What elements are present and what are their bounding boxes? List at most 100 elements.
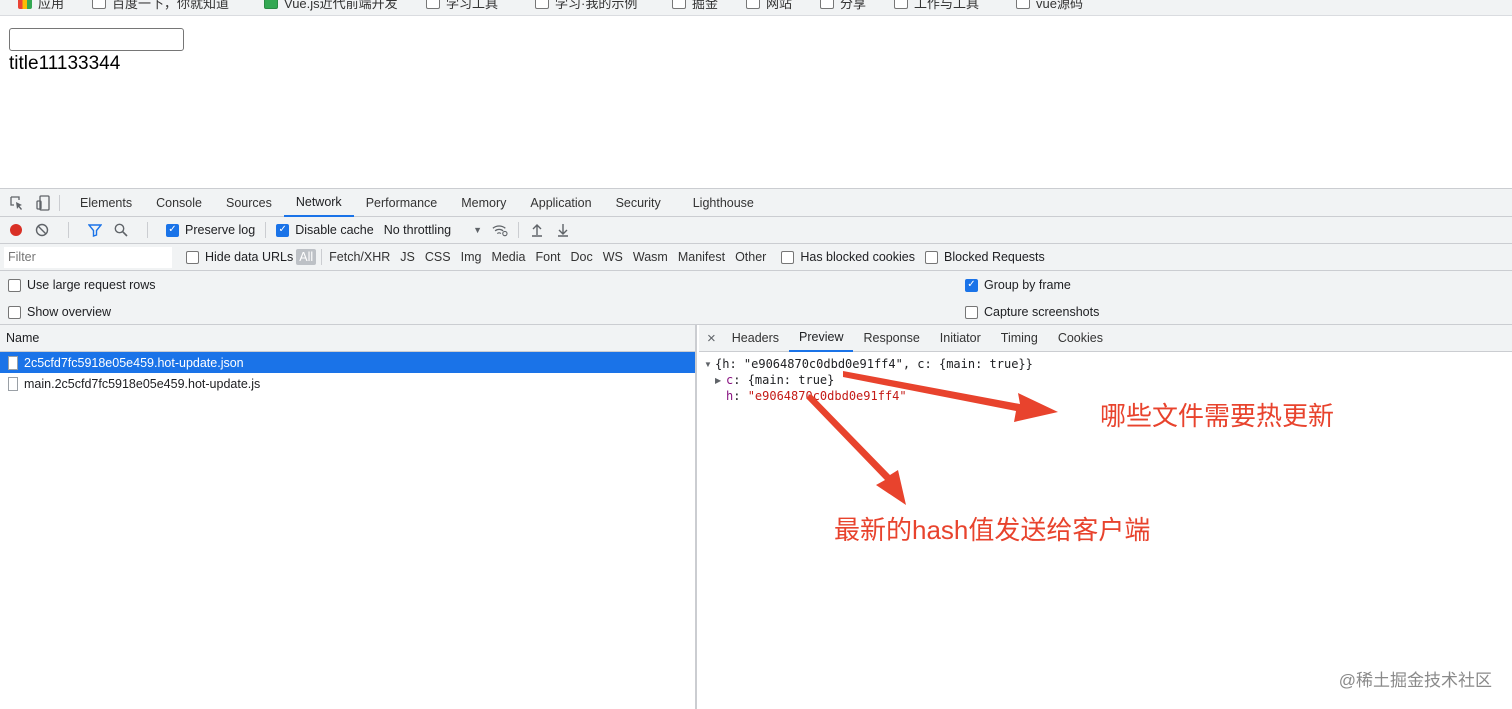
network-filter-bar: Hide data URLs All Fetch/XHR JS CSS Img …: [0, 244, 1512, 271]
baidu-icon: [92, 0, 106, 9]
preview-h-node: h: "e9064870c0dbd0e91ff4": [726, 389, 907, 403]
bookmark-folder-7[interactable]: vue源码: [1016, 0, 1083, 12]
filter-type-fetch-xhr[interactable]: Fetch/XHR: [324, 250, 395, 264]
folder-icon: [426, 0, 440, 9]
record-icon[interactable]: [8, 222, 24, 238]
preview-c-node[interactable]: ▶ c: {main: true}: [715, 373, 834, 387]
tab-response[interactable]: Response: [853, 325, 929, 352]
capture-screenshots-checkbox[interactable]: Capture screenshots: [965, 305, 1099, 319]
use-large-rows-checkbox[interactable]: Use large request rows: [8, 278, 156, 292]
checkbox-unchecked[interactable]: [8, 305, 21, 319]
devtools-tabbar: Elements Console Sources Network Perform…: [0, 189, 1512, 217]
network-conditions-icon[interactable]: [492, 222, 508, 238]
filter-type-doc[interactable]: Doc: [566, 250, 598, 264]
group-by-frame-checkbox[interactable]: ✓ Group by frame: [965, 278, 1071, 292]
blocked-requests-checkbox[interactable]: Blocked Requests: [925, 250, 1045, 264]
hide-data-urls-checkbox[interactable]: Hide data URLs: [186, 250, 293, 264]
folder-icon: [672, 0, 686, 9]
checkbox-checked[interactable]: ✓: [166, 223, 179, 237]
tab-network[interactable]: Network: [283, 189, 354, 217]
separator: [321, 249, 323, 265]
filter-type-font[interactable]: Font: [530, 250, 565, 264]
separator: [518, 222, 520, 238]
device-toolbar-icon[interactable]: [35, 194, 51, 211]
search-icon[interactable]: [113, 222, 129, 238]
tab-timing[interactable]: Timing: [991, 325, 1048, 352]
filter-type-other[interactable]: Other: [730, 250, 771, 264]
filter-type-manifest[interactable]: Manifest: [673, 250, 730, 264]
file-icon: [8, 376, 18, 391]
import-har-icon[interactable]: [529, 222, 545, 238]
filter-type-img[interactable]: Img: [456, 250, 487, 264]
tab-security[interactable]: Security: [604, 189, 673, 217]
clear-icon[interactable]: [34, 222, 50, 238]
request-row[interactable]: main.2c5cfd7fc5918e05e459.hot-update.js: [0, 373, 695, 394]
separator: [147, 222, 148, 238]
devtools-panel: Elements Console Sources Network Perform…: [0, 188, 1512, 709]
separator: [265, 222, 267, 238]
folder-icon: [820, 0, 834, 9]
separator: [59, 194, 60, 211]
tab-sources[interactable]: Sources: [214, 189, 284, 217]
list-header-name[interactable]: Name: [0, 325, 695, 352]
has-blocked-cookies-checkbox[interactable]: Has blocked cookies: [781, 250, 915, 264]
checkbox-unchecked[interactable]: [781, 250, 795, 264]
vue-icon: [264, 0, 278, 9]
bookmark-folder-1[interactable]: 学习工具: [426, 0, 498, 12]
tab-performance[interactable]: Performance: [354, 189, 450, 217]
checkbox-unchecked[interactable]: [186, 250, 199, 264]
filter-icon[interactable]: [87, 222, 103, 238]
folder-icon: [894, 0, 908, 9]
page-title: title11133344: [9, 53, 121, 74]
request-row[interactable]: 2c5cfd7fc5918e05e459.hot-update.json: [0, 352, 695, 373]
tab-preview[interactable]: Preview: [789, 325, 854, 352]
tab-cookies[interactable]: Cookies: [1048, 325, 1113, 352]
throttling-select[interactable]: No throttling ▼: [384, 223, 482, 237]
preview-root-node[interactable]: ▼ {h: "e9064870c0dbd0e91ff4", c: {main: …: [704, 357, 1033, 371]
tab-elements[interactable]: Elements: [68, 189, 144, 217]
export-har-icon[interactable]: [555, 222, 571, 238]
filter-type-ws[interactable]: WS: [598, 250, 628, 264]
filter-input[interactable]: [4, 246, 172, 268]
tab-application[interactable]: Application: [518, 189, 603, 217]
checkbox-checked[interactable]: ✓: [276, 223, 290, 237]
annotation-files-to-update: 哪些文件需要热更新: [1100, 401, 1335, 431]
expanded-triangle-icon[interactable]: ▼: [704, 360, 715, 369]
disable-cache-checkbox[interactable]: ✓ Disable cache: [276, 223, 374, 237]
show-overview-checkbox[interactable]: Show overview: [8, 305, 111, 319]
close-icon[interactable]: ×: [707, 330, 716, 347]
folder-icon: [535, 0, 549, 9]
watermark: @稀土掘金技术社区: [1338, 671, 1492, 690]
bookmark-folder-6[interactable]: 工作与工具: [894, 0, 979, 12]
filter-type-media[interactable]: Media: [486, 250, 530, 264]
apps-icon: [18, 0, 32, 9]
filter-type-all[interactable]: All: [296, 249, 317, 265]
bookmark-folder-3[interactable]: 掘金: [672, 0, 718, 12]
file-icon: [8, 355, 18, 370]
details-tabbar: × Headers Preview Response Initiator Tim…: [699, 325, 1512, 352]
bookmark-baidu[interactable]: 百度一下，你就知道: [92, 0, 229, 12]
filter-type-js[interactable]: JS: [395, 250, 420, 264]
bookmark-vue[interactable]: Vue.js近代前端开发: [264, 0, 398, 12]
tab-initiator[interactable]: Initiator: [930, 325, 991, 352]
filter-type-wasm[interactable]: Wasm: [628, 250, 673, 264]
checkbox-checked[interactable]: ✓: [965, 278, 978, 292]
folder-icon: [1016, 0, 1030, 9]
bookmark-folder-4[interactable]: 网站: [746, 0, 792, 12]
bookmark-folder-5[interactable]: 分享: [820, 0, 866, 12]
page-text-input[interactable]: [9, 28, 184, 51]
inspect-element-icon[interactable]: [9, 195, 25, 211]
tab-headers[interactable]: Headers: [722, 325, 789, 352]
checkbox-unchecked[interactable]: [8, 278, 21, 292]
checkbox-unchecked[interactable]: [925, 250, 938, 264]
separator: [68, 222, 69, 238]
bookmark-apps[interactable]: 应用: [18, 0, 64, 12]
bookmark-folder-2[interactable]: 学习·我的示例: [535, 0, 637, 12]
tab-console[interactable]: Console: [144, 189, 214, 217]
collapsed-triangle-icon[interactable]: ▶: [715, 376, 726, 385]
tab-memory[interactable]: Memory: [449, 189, 518, 217]
preserve-log-checkbox[interactable]: ✓ Preserve log: [166, 223, 255, 237]
filter-type-css[interactable]: CSS: [420, 250, 456, 264]
checkbox-unchecked[interactable]: [965, 305, 978, 319]
tab-lighthouse[interactable]: Lighthouse: [681, 189, 766, 217]
